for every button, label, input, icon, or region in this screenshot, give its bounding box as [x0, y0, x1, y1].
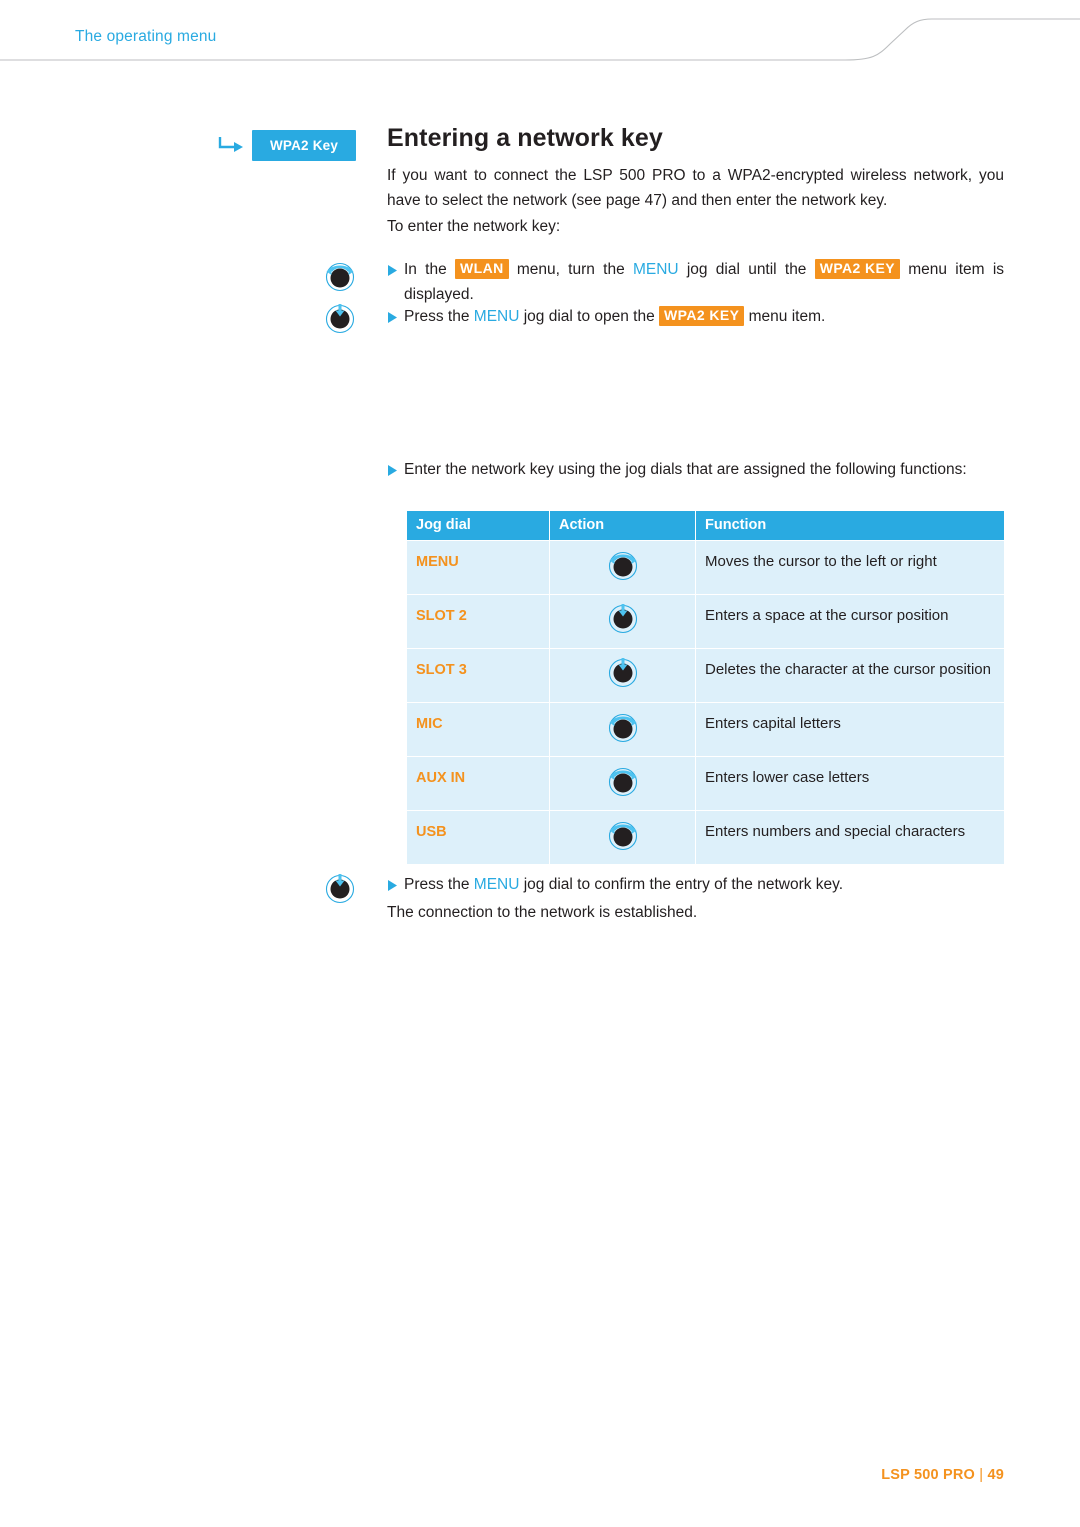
- table-cell-action: [549, 702, 696, 757]
- table-header-action: Action: [549, 510, 696, 541]
- menu-keyword: MENU: [632, 261, 679, 278]
- bullet-triangle-icon: [387, 880, 404, 891]
- step-3: Enter the network key using the jog dial…: [387, 457, 1004, 482]
- step-1-text: In the WLAN menu, turn the MENU jog dial…: [404, 257, 1004, 307]
- footer-product: LSP 500 PRO: [881, 1467, 976, 1483]
- step-1-mid1: menu, turn the: [508, 261, 633, 278]
- step-1-pre: In the: [404, 261, 455, 278]
- menu-keyword: MENU: [473, 876, 520, 893]
- table-cell-function: Enters lower case letters: [695, 756, 1005, 811]
- jog-dial-turn-icon: [608, 821, 637, 851]
- table-cell-jog-dial: SLOT 3: [406, 648, 550, 703]
- menu-path-arrow-icon: [218, 137, 243, 152]
- footer-page-number: 49: [987, 1467, 1004, 1483]
- jog-dial-press-icon: [325, 874, 355, 904]
- step-1-mid2: jog dial until the: [678, 261, 815, 278]
- table-cell-function: Moves the cursor to the left or right: [695, 540, 1005, 595]
- jog-dial-press-icon: [608, 658, 637, 688]
- table-cell-function: Deletes the character at the cursor posi…: [695, 648, 1005, 703]
- jog-dial-press-icon: [325, 304, 355, 334]
- step-2-text: Press the MENU jog dial to open the WPA2…: [404, 304, 1004, 329]
- table-row: SLOT 3 Deletes the character at the curs…: [406, 648, 1005, 703]
- step-4-pre: Press the: [404, 876, 474, 893]
- running-header-title: The operating menu: [75, 28, 217, 45]
- wpa2-key-chip: WPA2 KEY: [659, 306, 745, 326]
- jog-dial-turn-icon: [608, 713, 637, 743]
- menu-keyword: MENU: [473, 308, 520, 325]
- table-cell-jog-dial: AUX IN: [406, 756, 550, 811]
- table-cell-action: [549, 594, 696, 649]
- table-row: SLOT 2 Enters a space at the cursor posi…: [406, 594, 1005, 649]
- step-4: Press the MENU jog dial to confirm the e…: [387, 872, 1004, 897]
- menu-item-tag: WPA2 Key: [252, 130, 356, 161]
- table-row: USB Enters numbers and special character…: [406, 810, 1005, 865]
- table-row: MIC Enters capital letters: [406, 702, 1005, 757]
- bullet-triangle-icon: [387, 265, 404, 276]
- table-row: AUX IN Enters lower case letters: [406, 756, 1005, 811]
- table-cell-action: [549, 810, 696, 865]
- wlan-chip: WLAN: [455, 259, 509, 279]
- page-title: Entering a network key: [387, 124, 663, 152]
- bullet-triangle-icon: [387, 312, 404, 323]
- bullet-triangle-icon: [387, 465, 404, 476]
- step-3-text: Enter the network key using the jog dial…: [404, 461, 967, 478]
- jog-dial-turn-icon: [608, 767, 637, 797]
- page-footer: LSP 500 PRO | 49: [881, 1467, 1004, 1483]
- step-4-text: Press the MENU jog dial to confirm the e…: [404, 872, 1004, 897]
- to-enter-paragraph: To enter the network key:: [387, 218, 561, 235]
- wpa2-key-chip: WPA2 KEY: [814, 259, 900, 279]
- jog-dial-function-table: Jog dial Action Function MENU Moves the …: [406, 510, 1005, 865]
- step-4-post: jog dial to confirm the entry of the net…: [519, 876, 844, 893]
- table-row: MENU Moves the cursor to the left or rig…: [406, 540, 1005, 595]
- step-2: Press the MENU jog dial to open the WPA2…: [387, 304, 1004, 329]
- table-cell-jog-dial: SLOT 2: [406, 594, 550, 649]
- table-header-row: Jog dial Action Function: [406, 510, 1005, 541]
- table-cell-jog-dial: MIC: [406, 702, 550, 757]
- intro-paragraph: If you want to connect the LSP 500 PRO t…: [387, 167, 1004, 209]
- menu-item-tag-label: WPA2 Key: [269, 138, 339, 153]
- jog-dial-turn-icon: [325, 262, 355, 292]
- step-2-mid: jog dial to open the: [519, 308, 660, 325]
- table-cell-action: [549, 756, 696, 811]
- table-cell-function: Enters numbers and special characters: [695, 810, 1005, 865]
- footer-separator: |: [979, 1467, 984, 1483]
- jog-dial-turn-icon: [608, 551, 637, 581]
- table-cell-jog-dial: USB: [406, 810, 550, 865]
- step-1: In the WLAN menu, turn the MENU jog dial…: [387, 257, 1004, 307]
- table-header-function: Function: [695, 510, 1005, 541]
- table-cell-action: [549, 648, 696, 703]
- table-cell-function: Enters capital letters: [695, 702, 1005, 757]
- table-cell-function: Enters a space at the cursor position: [695, 594, 1005, 649]
- table-cell-action: [549, 540, 696, 595]
- step-2-pre: Press the: [404, 308, 474, 325]
- step-4-result: The connection to the network is establi…: [387, 904, 698, 921]
- table-cell-jog-dial: MENU: [406, 540, 550, 595]
- step-2-post: menu item.: [744, 308, 826, 325]
- table-header-jog-dial: Jog dial: [406, 510, 550, 541]
- jog-dial-press-icon: [608, 604, 637, 634]
